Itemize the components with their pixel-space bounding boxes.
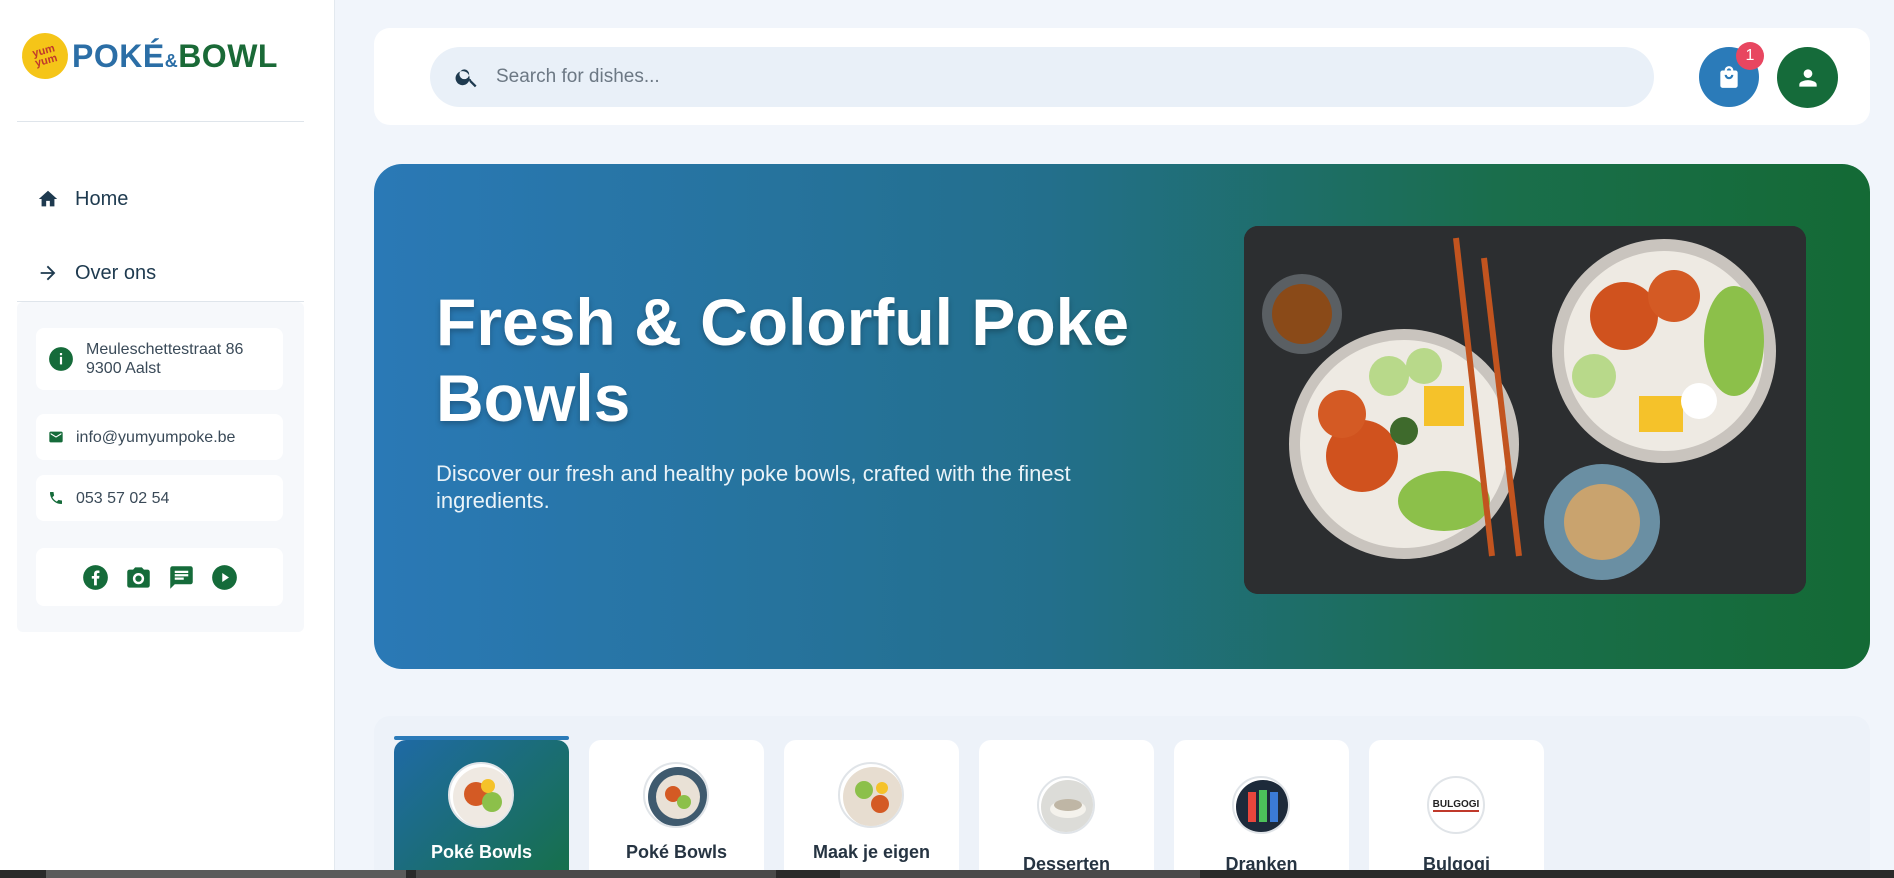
- category-thumbnail: BULGOGI: [1427, 776, 1485, 834]
- taskbar-segment: [416, 870, 776, 878]
- top-bar: 1: [374, 28, 1870, 125]
- category-bulgogi[interactable]: BULGOGI Bulgogi: [1369, 740, 1544, 878]
- youtube-play-icon[interactable]: [211, 564, 238, 591]
- phone-icon: [50, 492, 62, 504]
- brand-name: POKÉ&BOWL: [72, 38, 278, 75]
- address-line1: Meuleschettestraat 86: [86, 341, 244, 358]
- nav-item-home[interactable]: Home: [17, 172, 304, 226]
- category-label: Poké Bowls: [430, 842, 533, 862]
- bulgogi-logo-text: BULGOGI: [1432, 798, 1480, 812]
- nav-item-over-ons[interactable]: Over ons: [17, 246, 304, 300]
- category-dranken[interactable]: Dranken: [1174, 740, 1349, 878]
- contact-panel: Meuleschettestraat 86 9300 Aalst info@yu…: [17, 302, 304, 632]
- cart-count-badge: 1: [1736, 42, 1764, 70]
- category-thumbnail: [1037, 776, 1095, 834]
- sidebar-divider: [17, 121, 304, 122]
- brand-name-left: POKÉ: [72, 37, 165, 74]
- shopping-bag-icon: [1720, 66, 1738, 88]
- address-text: Meuleschettestraat 86 9300 Aalst: [86, 340, 243, 378]
- bottom-taskbar-strip: [0, 870, 1894, 878]
- instagram-camera-icon[interactable]: [125, 564, 152, 591]
- nav-item-label: Home: [75, 187, 129, 210]
- hero-banner: Fresh & Colorful Poke Bowls Discover our…: [374, 164, 1870, 669]
- brand-name-right: BOWL: [178, 37, 278, 74]
- user-account-button[interactable]: [1777, 47, 1838, 108]
- search-bar[interactable]: [430, 47, 1654, 107]
- category-label: Maak je eigen: [812, 842, 931, 862]
- hero-subtitle: Discover our fresh and healthy poke bowl…: [436, 461, 1071, 513]
- category-thumbnail: [448, 762, 514, 828]
- brand-badge: yum yum: [16, 27, 74, 85]
- info-icon: [49, 347, 73, 371]
- category-label: Poké Bowls: [625, 842, 728, 862]
- category-bar: Poké Bowls Poké Bowls Maak je eigen Dess…: [374, 716, 1870, 878]
- chat-icon[interactable]: [168, 564, 195, 591]
- category-thumbnail: [643, 762, 709, 828]
- search-icon: [455, 69, 477, 88]
- hero-title: Fresh & Colorful Poke Bowls: [436, 285, 1130, 435]
- taskbar-segment: [840, 870, 1200, 878]
- facebook-icon[interactable]: [82, 564, 109, 591]
- hero-poke-bowls-image: [1244, 226, 1806, 594]
- brand-logo[interactable]: yum yum POKÉ&BOWL: [16, 27, 278, 85]
- taskbar-segment: [46, 870, 406, 878]
- phone-card[interactable]: 053 57 02 54: [36, 475, 283, 521]
- phone-text[interactable]: 053 57 02 54: [76, 489, 169, 508]
- sidebar: yum yum POKÉ&BOWL Home Over ons Meulesch…: [0, 0, 335, 878]
- mail-icon: [49, 431, 63, 443]
- email-card[interactable]: info@yumyumpoke.be: [36, 414, 283, 460]
- category-poke-bowls-active[interactable]: Poké Bowls: [394, 736, 569, 878]
- social-links: [36, 548, 283, 606]
- category-thumbnail: [838, 762, 904, 828]
- arrow-right-icon: [40, 265, 56, 281]
- user-icon: [1798, 68, 1817, 87]
- home-icon: [38, 190, 58, 207]
- category-thumbnail: [1232, 776, 1290, 834]
- email-text[interactable]: info@yumyumpoke.be: [76, 428, 235, 447]
- address-card: Meuleschettestraat 86 9300 Aalst: [36, 328, 283, 390]
- category-maak-je-eigen[interactable]: Maak je eigen: [784, 740, 959, 878]
- category-desserten[interactable]: Desserten: [979, 740, 1154, 878]
- category-poke-bowls[interactable]: Poké Bowls: [589, 740, 764, 878]
- brand-name-amp: &: [164, 50, 179, 71]
- address-line2: 9300 Aalst: [86, 360, 161, 377]
- search-input[interactable]: [496, 66, 1596, 88]
- nav-item-label: Over ons: [75, 261, 157, 284]
